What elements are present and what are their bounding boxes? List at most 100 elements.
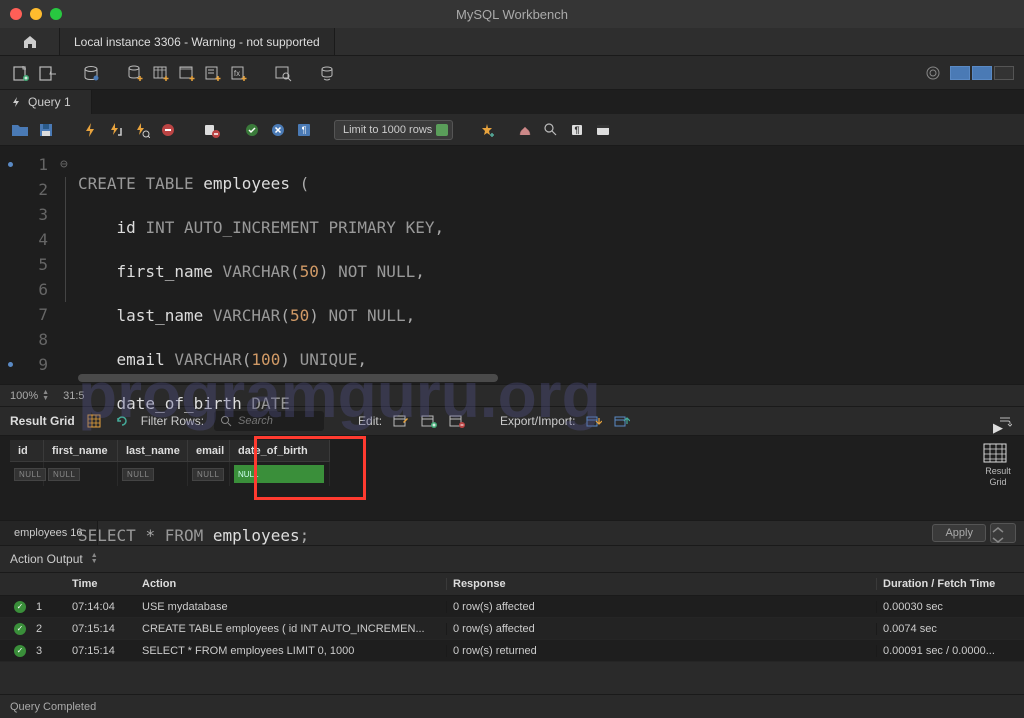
main-toolbar: fx [0,56,1024,90]
limit-rows-label: Limit to 1000 rows [343,124,432,136]
execute-icon[interactable] [80,120,100,140]
svg-text:¶: ¶ [302,125,307,135]
reconnect-icon[interactable] [316,62,338,84]
output-row[interactable]: ✓ 2 07:15:14 CREATE TABLE employees ( id… [0,618,1024,640]
open-sql-icon[interactable] [36,62,58,84]
toggle-left-panel[interactable] [950,66,970,80]
line-number: 3 [0,202,60,227]
sql-editor[interactable]: 1 2 3 4 5 6 7 8 9 ⊖ CREATE TABLE employe… [0,146,1024,384]
output-row[interactable]: ✓ 1 07:14:04 USE mydatabase 0 row(s) aff… [0,596,1024,618]
create-schema-icon[interactable] [124,62,146,84]
fold-gutter: ⊖ [60,146,78,384]
connection-tab[interactable]: Local instance 3306 - Warning - not supp… [60,28,335,55]
column-header[interactable]: last_name [118,440,188,462]
column-header[interactable]: id [10,440,44,462]
window-titlebar: MySQL Workbench [0,0,1024,28]
status-message: Query Completed [10,701,96,713]
explain-icon[interactable] [132,120,152,140]
result-grid-label: Result Grid [10,414,75,428]
lightning-icon [10,96,22,108]
null-value: NULL [14,468,46,481]
result-sidebar: ▶ Result Grid [976,420,1020,544]
search-icon [220,415,232,427]
create-view-icon[interactable] [176,62,198,84]
output-row-time: 07:15:14 [66,623,136,635]
expand-arrow-icon[interactable]: ▶ [993,420,1003,436]
output-row-action: USE mydatabase [136,601,446,613]
output-row-response: 0 row(s) returned [446,645,876,657]
toggle-bottom-panel[interactable] [972,66,992,80]
output-row-index: 1 [36,601,66,613]
null-value: NULL [48,468,80,481]
create-function-icon[interactable]: fx [228,62,250,84]
close-window-button[interactable] [10,8,22,20]
connection-tabbar: Local instance 3306 - Warning - not supp… [0,28,1024,56]
limit-rows-dropdown[interactable]: Limit to 1000 rows [334,120,453,140]
column-header[interactable]: first_name [44,440,118,462]
window-title: MySQL Workbench [456,7,568,22]
find-icon[interactable] [515,120,535,140]
line-number: 1 [0,152,60,177]
code-content: CREATE TABLE employees ( id INT AUTO_INC… [78,146,1024,384]
create-procedure-icon[interactable] [202,62,224,84]
settings-icon[interactable] [922,62,944,84]
execute-current-icon[interactable] [106,120,126,140]
status-ok-icon: ✓ [14,601,26,613]
create-table-icon[interactable] [150,62,172,84]
selected-cell[interactable]: NULL [234,465,324,483]
commit-icon[interactable] [242,120,262,140]
statusbar: Query Completed [0,694,1024,718]
result-nav-arrows[interactable] [991,526,1005,544]
editor-horizontal-scrollbar[interactable] [78,374,1014,384]
line-number: 4 [0,227,60,252]
column-header[interactable]: email [188,440,230,462]
output-row-response: 0 row(s) affected [446,601,876,613]
output-row-duration: 0.0074 sec [876,623,1024,635]
stop-icon[interactable] [158,120,178,140]
rollback-icon[interactable] [268,120,288,140]
inspector-icon[interactable] [80,62,102,84]
beautify-icon[interactable] [477,120,497,140]
null-value: NULL [122,468,154,481]
zoom-level[interactable]: 100% [10,390,38,402]
output-row-time: 07:14:04 [66,601,136,613]
output-row-index: 2 [36,623,66,635]
result-grid-view-button[interactable]: Result Grid [982,438,1014,488]
svg-text:fx: fx [234,69,240,78]
status-ok-icon: ✓ [14,623,26,635]
line-number-gutter: 1 2 3 4 5 6 7 8 9 [0,146,60,384]
line-number: 2 [0,177,60,202]
line-number: 6 [0,277,60,302]
toggle-invisible-icon[interactable] [541,120,561,140]
status-ok-icon: ✓ [14,645,26,657]
output-row-index: 3 [36,645,66,657]
column-header[interactable]: date_of_birth [230,440,330,462]
output-row[interactable]: ✓ 3 07:15:14 SELECT * FROM employees LIM… [0,640,1024,662]
snippets-icon[interactable] [593,120,613,140]
output-row-response: 0 row(s) affected [446,623,876,635]
search-table-icon[interactable] [272,62,294,84]
minimize-window-button[interactable] [30,8,42,20]
line-number: 8 [0,327,60,352]
home-icon [22,34,38,50]
line-number: 5 [0,252,60,277]
wrap-icon[interactable]: ¶ [567,120,587,140]
result-data-table[interactable]: id NULL first_name NULL last_name NULL e… [10,440,330,486]
maximize-window-button[interactable] [50,8,62,20]
output-row-duration: 0.00091 sec / 0.0000... [876,645,1024,657]
output-row-action: CREATE TABLE employees ( id INT AUTO_INC… [136,623,446,635]
toggle-whitespace-icon[interactable]: ¶ [294,120,314,140]
output-row-action: SELECT * FROM employees LIMIT 0, 1000 [136,645,446,657]
open-file-icon[interactable] [10,120,30,140]
panel-toggle-group [950,66,1014,80]
query-tab[interactable]: Query 1 [0,90,92,114]
result-grid-area: id NULL first_name NULL last_name NULL e… [0,436,1024,520]
output-type-label[interactable]: Action Output [10,552,83,566]
new-sql-tab-icon[interactable] [10,62,32,84]
toggle-autocommit-icon[interactable] [202,120,222,140]
toggle-right-panel[interactable] [994,66,1014,80]
save-file-icon[interactable] [36,120,56,140]
home-tab[interactable] [0,28,60,55]
null-value: NULL [192,468,224,481]
query-tabbar: Query 1 [0,90,1024,114]
